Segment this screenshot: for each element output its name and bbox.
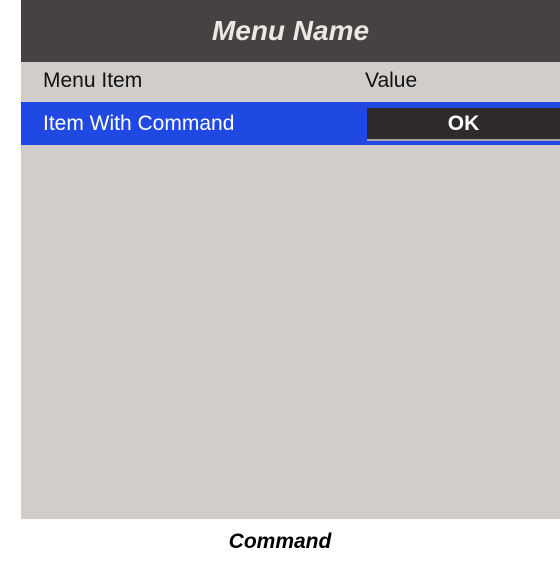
menu-row-menu-item[interactable]: Menu Item Value <box>21 62 560 100</box>
figure-caption: Command <box>228 530 332 553</box>
menu-row-item-with-command[interactable]: Item With Command OK <box>21 102 560 145</box>
ok-button[interactable]: OK <box>367 108 560 141</box>
item-with-command-label: Item With Command <box>43 111 235 135</box>
menu-item-value: Value <box>365 69 418 92</box>
menu-title: Menu Name <box>21 0 560 62</box>
menu-panel: Menu Name Menu Item Value Item With Comm… <box>21 0 560 519</box>
menu-item-label: Menu Item <box>43 69 143 92</box>
